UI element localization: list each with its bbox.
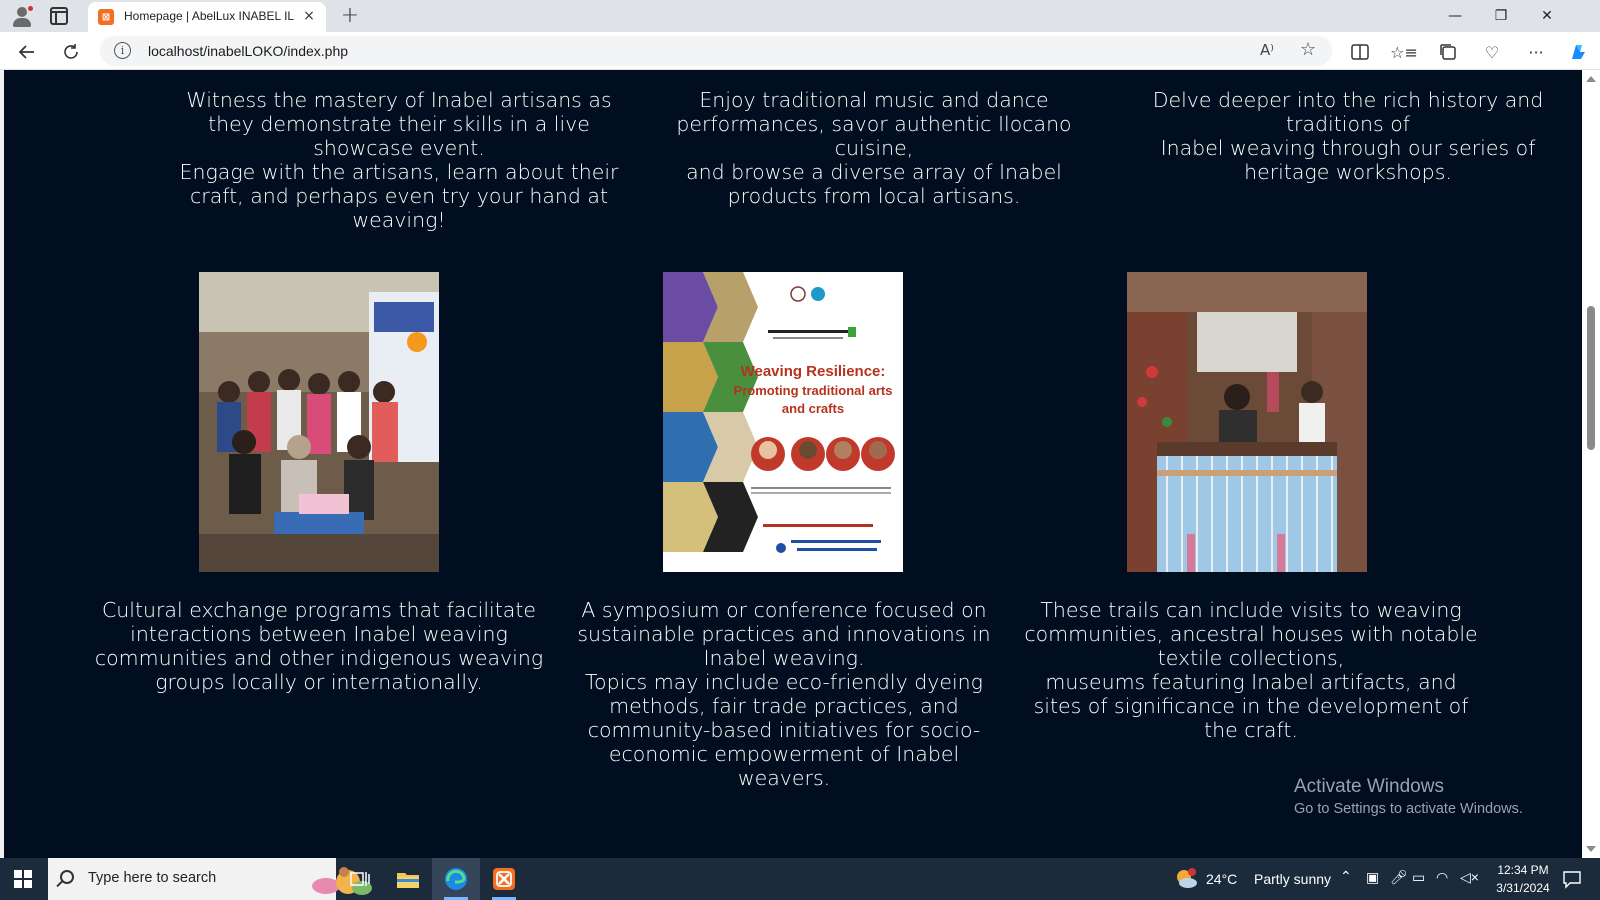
microphone-icon[interactable]: 🎤︎ bbox=[1390, 869, 1408, 886]
file-explorer-icon[interactable] bbox=[384, 858, 432, 900]
symposium-description: A symposium or conference focused on sus… bbox=[577, 598, 991, 790]
edge-browser-icon[interactable] bbox=[432, 858, 480, 900]
heritage-trails-description: These trails can include visits to weavi… bbox=[1024, 598, 1478, 742]
refresh-icon[interactable] bbox=[58, 39, 84, 65]
new-tab-button[interactable]: + bbox=[338, 3, 362, 28]
windows-start-icon[interactable] bbox=[14, 870, 32, 888]
scrollbar-thumb[interactable] bbox=[1587, 306, 1595, 450]
windows-taskbar: Type here to search 24°C Partly sunny ⌃ … bbox=[0, 858, 1600, 900]
workshops-description: Delve deeper into the rich history and t… bbox=[1152, 88, 1544, 184]
scroll-up-arrow-icon[interactable] bbox=[1586, 76, 1596, 82]
battery-icon[interactable]: ▭ bbox=[1412, 869, 1425, 886]
clock-time[interactable]: 12:34 PM bbox=[1488, 863, 1558, 877]
svg-text:Promoting traditional arts: Promoting traditional arts bbox=[734, 383, 893, 398]
url-text[interactable]: localhost/inabelLOKO/index.php bbox=[148, 43, 348, 59]
more-options-icon[interactable]: ··· bbox=[1524, 40, 1548, 64]
search-placeholder: Type here to search bbox=[88, 870, 217, 886]
profile-icon[interactable] bbox=[10, 4, 34, 28]
browser-essentials-icon[interactable]: ♡ bbox=[1480, 40, 1504, 64]
close-window-button[interactable]: ✕ bbox=[1524, 0, 1570, 32]
loom-weaving-photo bbox=[1127, 272, 1367, 572]
network-icon[interactable]: ◠ bbox=[1436, 869, 1448, 886]
taskbar-search-box[interactable]: Type here to search bbox=[48, 858, 372, 900]
browser-tab[interactable]: ⊠ Homepage | AbelLux INABEL ILOKO × bbox=[88, 2, 326, 32]
xampp-icon[interactable] bbox=[480, 858, 528, 900]
vertical-scrollbar[interactable] bbox=[1582, 70, 1600, 858]
weaving-resilience-poster: Weaving Resilience: Promoting traditiona… bbox=[663, 272, 903, 572]
browser-toolbar: i localhost/inabelLOKO/index.php A⁾ ☆ ☆≡… bbox=[0, 32, 1600, 70]
volume-muted-icon[interactable]: ◁× bbox=[1460, 869, 1479, 886]
copilot-icon[interactable] bbox=[1566, 40, 1590, 64]
page-content: Witness the mastery of Inabel artisans a… bbox=[4, 70, 1582, 858]
clock-date[interactable]: 3/31/2024 bbox=[1488, 881, 1558, 895]
svg-text:and crafts: and crafts bbox=[782, 401, 844, 416]
address-bar[interactable]: i localhost/inabelLOKO/index.php A⁾ ☆ bbox=[100, 36, 1332, 66]
festival-description: Enjoy traditional music and dance perfor… bbox=[676, 88, 1072, 208]
read-aloud-icon[interactable]: A⁾ bbox=[1260, 41, 1274, 59]
site-info-icon[interactable]: i bbox=[114, 42, 131, 59]
split-screen-icon[interactable] bbox=[1348, 40, 1372, 64]
weather-icon[interactable] bbox=[1174, 867, 1198, 891]
tab-actions-icon[interactable] bbox=[50, 7, 68, 25]
svg-text:Weaving Resilience:: Weaving Resilience: bbox=[741, 363, 886, 380]
restore-button[interactable]: ❐ bbox=[1478, 0, 1524, 32]
title-bar: ⊠ Homepage | AbelLux INABEL ILOKO × + — … bbox=[0, 0, 1600, 32]
tab-close-icon[interactable]: × bbox=[300, 7, 318, 25]
minimize-button[interactable]: — bbox=[1432, 0, 1478, 32]
favorite-star-icon[interactable]: ☆ bbox=[1300, 39, 1316, 60]
notification-center-icon[interactable] bbox=[1562, 869, 1582, 889]
activate-windows-watermark: Activate Windows Go to Settings to activ… bbox=[1294, 776, 1523, 817]
xampp-favicon-icon: ⊠ bbox=[98, 9, 114, 25]
show-hidden-icons-chevron-icon[interactable]: ⌃ bbox=[1340, 868, 1352, 885]
showcase-description: Witness the mastery of Inabel artisans a… bbox=[179, 88, 619, 232]
tab-title: Homepage | AbelLux INABEL ILOKO bbox=[124, 9, 294, 23]
cultural-exchange-description: Cultural exchange programs that facilita… bbox=[94, 598, 544, 694]
task-view-icon[interactable] bbox=[336, 858, 384, 900]
back-arrow-icon[interactable] bbox=[14, 39, 40, 65]
meet-now-icon[interactable]: ▣ bbox=[1366, 869, 1379, 886]
search-icon bbox=[60, 870, 74, 884]
weather-temp[interactable]: 24°C bbox=[1206, 871, 1237, 887]
favorites-icon[interactable]: ☆≡ bbox=[1390, 40, 1418, 64]
weather-desc[interactable]: Partly sunny bbox=[1254, 871, 1331, 887]
collections-icon[interactable] bbox=[1436, 40, 1460, 64]
scroll-down-arrow-icon[interactable] bbox=[1586, 846, 1596, 852]
group-of-artisans-photo bbox=[199, 272, 439, 572]
